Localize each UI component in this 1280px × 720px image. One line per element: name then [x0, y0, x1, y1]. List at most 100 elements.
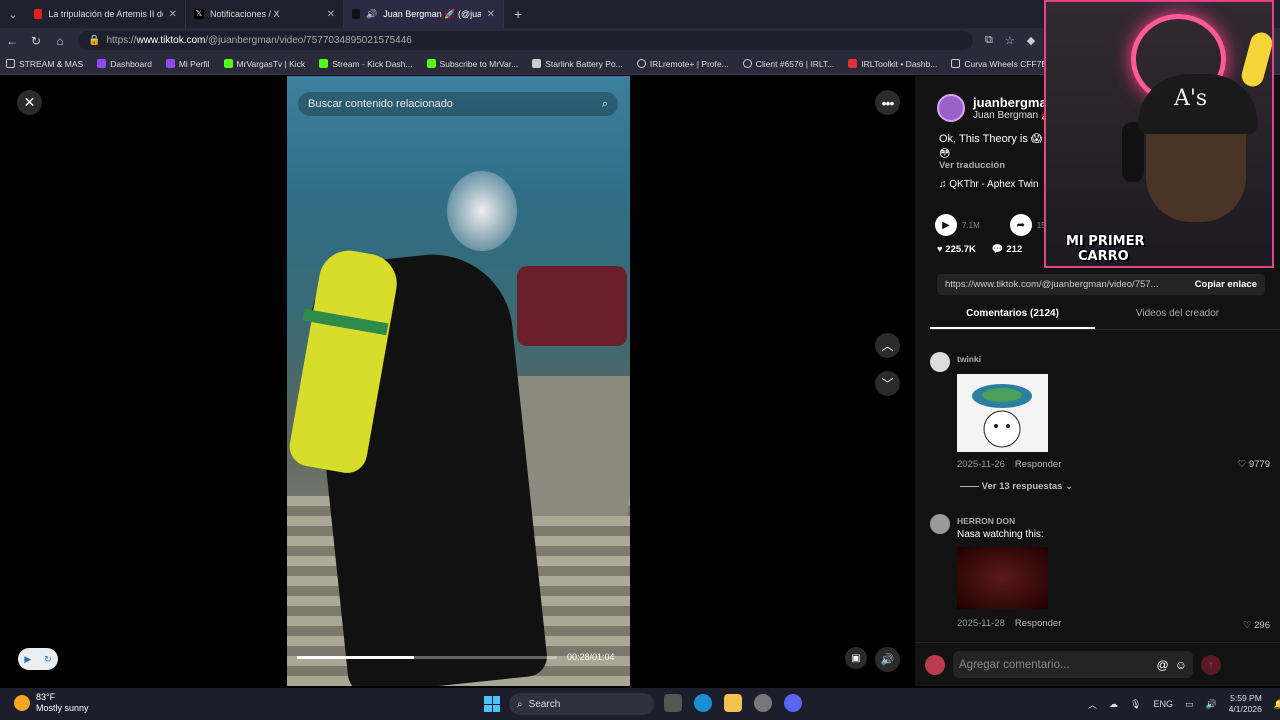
start-button[interactable]	[484, 696, 500, 712]
reply-button[interactable]: Responder	[1015, 459, 1061, 470]
send-comment-button[interactable]: ↑	[1201, 654, 1221, 675]
avatar[interactable]	[930, 352, 950, 372]
panel-tabs: Comentarios (2124) Videos del creador	[930, 308, 1280, 330]
network-icon[interactable]: ▭	[1185, 699, 1194, 710]
favorite-star-icon[interactable]: ☆	[1005, 34, 1015, 47]
kick-icon	[426, 59, 436, 68]
video-progress-bar[interactable]	[297, 656, 557, 659]
avatar[interactable]	[937, 94, 965, 122]
notification-bell-icon[interactable]: 🔔	[1274, 699, 1280, 710]
refresh-icon[interactable]: ↻	[24, 28, 48, 53]
search-icon: ⌕	[517, 698, 523, 710]
globe-icon	[636, 59, 646, 68]
weather-widget[interactable]: 83°F Mostly sunny	[14, 692, 89, 714]
bookmark-item[interactable]: STREAM & MAS	[6, 59, 83, 69]
bookmark-item[interactable]: Client #6576 | IRLT...	[742, 59, 834, 69]
comment-like-button[interactable]: ♡ 9779	[1238, 459, 1270, 470]
taskbar-search[interactable]: ⌕ Search	[509, 693, 654, 715]
previous-video-button[interactable]: ︿	[875, 333, 900, 358]
mention-icon[interactable]: @	[1157, 658, 1169, 672]
tab-actions-icon[interactable]: ⌄	[0, 0, 26, 28]
translate-link[interactable]: Ver traducción	[939, 160, 1005, 171]
comment-item: HERRON DON Nasa watching this: 2025-11-2…	[930, 514, 1270, 634]
kick-icon	[319, 59, 329, 68]
file-explorer-icon[interactable]	[724, 694, 742, 712]
floating-player-icon[interactable]: ▣	[845, 647, 867, 669]
clock[interactable]: 5:59 PM 4/1/2026	[1229, 693, 1262, 715]
bookmark-item[interactable]: Curva Wheels CFF7E	[951, 59, 1047, 69]
speaker-icon: 🔊	[365, 8, 378, 19]
video-description: Ok, This Theory is 😱 😳 😳	[939, 133, 1057, 160]
bookmark-item[interactable]: Subscribe to MrVar...	[426, 59, 518, 69]
url-field[interactable]: 🔒 https://www.tiktok.com/@juanbergman/vi…	[78, 31, 973, 50]
copy-link-button[interactable]: Copiar enlace	[1195, 279, 1257, 290]
comment-input[interactable]: Agregar comentario... @ ☺	[953, 651, 1193, 678]
close-tab-icon[interactable]: ✕	[487, 9, 495, 20]
music-link[interactable]: ♫ QKThr - Aphex Twin	[939, 179, 1039, 190]
bookmark-item[interactable]: Starlink Battery Po...	[532, 59, 623, 69]
video-timecode: 00:28/01:04	[567, 652, 615, 662]
task-view-icon[interactable]	[664, 694, 682, 712]
wheel-icon	[951, 59, 961, 68]
share-icon[interactable]: ➦	[1009, 214, 1032, 236]
bookmark-item[interactable]: Dashboard	[97, 59, 152, 69]
tiktok-icon	[352, 9, 360, 19]
obs-icon[interactable]	[754, 694, 772, 712]
sun-icon	[14, 695, 30, 711]
bookmark-item[interactable]: MrVargasTv | Kick	[223, 59, 305, 69]
share-link-row: https://www.tiktok.com/@juanbergman/vide…	[937, 274, 1265, 295]
more-options-button[interactable]: •••	[875, 90, 900, 115]
tab-creator-videos[interactable]: Videos del creador	[1095, 308, 1260, 329]
close-video-button[interactable]: ✕	[17, 90, 42, 115]
tab-comments[interactable]: Comentarios (2124)	[930, 308, 1095, 329]
tab-notificaciones[interactable]: 𝕏 Notificaciones / X ✕	[186, 0, 344, 28]
back-icon[interactable]: ←	[0, 28, 24, 53]
search-icon[interactable]: ⌕	[602, 98, 608, 111]
mic-icon[interactable]: 🎙	[1130, 699, 1141, 710]
tab-artemis[interactable]: La tripulación de Artemis II de la N ✕	[26, 0, 186, 28]
extension-icon[interactable]: ◆	[1027, 34, 1035, 47]
play-icon[interactable]: ▶	[935, 214, 957, 236]
globe-icon	[742, 59, 752, 68]
close-tab-icon[interactable]: ✕	[169, 9, 177, 20]
starlink-icon	[532, 59, 542, 68]
onedrive-icon[interactable]: ☁	[1109, 699, 1118, 710]
edge-icon[interactable]	[694, 694, 712, 712]
twitch-icon	[97, 59, 107, 68]
close-tab-icon[interactable]: ✕	[327, 9, 335, 20]
bookmark-item[interactable]: IRLremote+ | Profe...	[636, 59, 729, 69]
tab-tiktok[interactable]: 🔊 Juan Bergman 🚀 (@juanberg ✕	[344, 0, 504, 28]
volume-icon[interactable]: 🔊	[875, 647, 900, 672]
youtube-icon	[34, 9, 43, 19]
volume-icon[interactable]: 🔊	[1205, 699, 1216, 710]
comment-like-button[interactable]: ♡ 296	[1243, 620, 1270, 631]
chevron-up-icon[interactable]: ︿	[1088, 698, 1097, 711]
new-tab-button[interactable]: +	[504, 6, 532, 22]
home-icon[interactable]: ⌂	[48, 28, 72, 53]
extension-pill[interactable]: ▶ ↻	[18, 648, 58, 670]
engagement-row: ♥ 225.7K 💬 212	[937, 244, 1022, 255]
emoji-icon[interactable]: ☺	[1175, 658, 1187, 672]
reply-button[interactable]: Responder	[1015, 618, 1061, 629]
discord-icon[interactable]	[784, 694, 802, 712]
app-icon[interactable]: ⧉	[985, 34, 993, 47]
avatar	[925, 654, 945, 675]
windows-taskbar: 83°F Mostly sunny ⌕ Search ︿ ☁ 🎙 ENG ▭ 🔊 …	[0, 688, 1280, 720]
comment-count-button[interactable]: 💬 212	[992, 244, 1022, 255]
like-button[interactable]: ♥ 225.7K	[937, 244, 976, 255]
next-video-button[interactable]: ﹀	[875, 371, 900, 396]
related-search-input[interactable]: Buscar contenido relacionado ⌕	[298, 92, 618, 116]
avatar[interactable]	[930, 514, 950, 534]
comment-sticker-image[interactable]	[957, 374, 1048, 452]
comment-image[interactable]	[957, 547, 1048, 609]
view-replies-button[interactable]: —— Ver 13 respuestas ⌄	[960, 481, 1073, 492]
bookmark-item[interactable]: IRLToolkit • Dashb...	[848, 59, 937, 69]
play-circle-icon: ▶	[24, 653, 32, 664]
bookmark-item[interactable]: Mi Perfil	[165, 59, 210, 69]
share-link-text[interactable]: https://www.tiktok.com/@juanbergman/vide…	[945, 279, 1158, 290]
author-info[interactable]: juanbergma Juan Bergman 🚀	[937, 94, 1053, 122]
bookmark-item[interactable]: Stream - Kick Dash...	[319, 59, 413, 69]
loop-icon: ↻	[44, 653, 52, 664]
video-player[interactable]: Buscar contenido relacionado ⌕ 00:28/01:…	[287, 76, 630, 686]
x-logo-icon: 𝕏	[194, 9, 204, 19]
